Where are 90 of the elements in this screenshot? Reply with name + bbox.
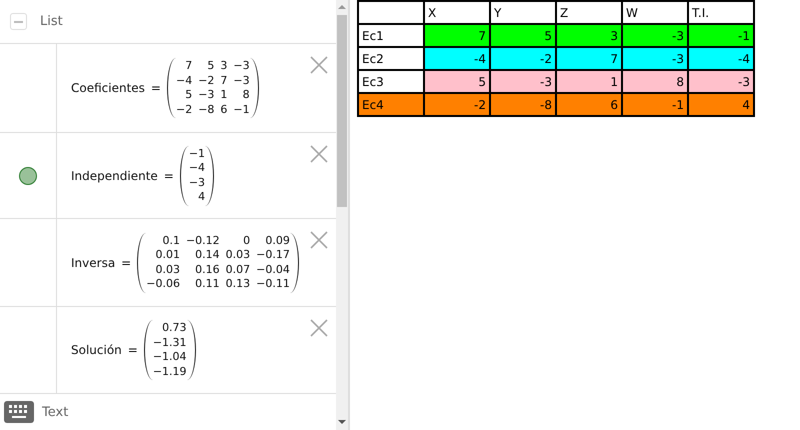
table-cell: -4 (688, 47, 754, 70)
matrix-entry: −2 (174, 102, 194, 117)
scrollbar-thumb[interactable] (337, 15, 347, 207)
table-cell: -3 (688, 70, 754, 93)
object-name: Coeficientes (71, 81, 145, 95)
table-cell: -3 (622, 24, 688, 47)
matrix-entry: 5 (206, 59, 216, 74)
column-header: W (622, 1, 688, 24)
matrix-entry: −3 (232, 59, 251, 74)
matrix-entry: −4 (188, 161, 206, 176)
table-cell: -1 (622, 93, 688, 116)
matrix-entry: 0.73 (161, 321, 188, 336)
matrix-entry: 3 (219, 59, 228, 74)
matrix-entry: 0.11 (194, 277, 221, 292)
matrix-entry: 0.16 (194, 262, 221, 277)
close-icon[interactable] (310, 319, 328, 337)
object-name: Inversa (71, 256, 116, 270)
matrix-entry: −0.11 (255, 277, 291, 292)
matrix-entry: 7 (219, 74, 228, 88)
matrix-entry: 8 (242, 88, 251, 102)
matrix-entry: 0.01 (154, 248, 181, 262)
row-label-cell: Ec1 (358, 24, 424, 47)
column-header: T.I. (688, 1, 754, 24)
table-cell: 6 (556, 93, 622, 116)
table-cell: -4 (424, 47, 490, 70)
matrix-entry: −0.04 (255, 262, 291, 277)
close-icon[interactable] (310, 56, 328, 74)
row-label-cell: Ec4 (358, 93, 424, 116)
table-cell: 4 (688, 93, 754, 116)
list-label: List (40, 14, 63, 29)
table-cell: 7 (424, 24, 490, 47)
matrix-entry: −3 (188, 176, 206, 190)
column-header: Z (556, 1, 622, 24)
row-label-cell: Ec3 (358, 70, 424, 93)
matrix-entry: −8 (197, 102, 216, 117)
matrix-entry: 0.1 (161, 234, 181, 248)
close-icon[interactable] (310, 145, 328, 163)
row-label-cell: Ec2 (358, 47, 424, 70)
table-cell: -2 (490, 47, 556, 70)
matrix-entry: 0.07 (224, 262, 252, 277)
table-cell: 8 (622, 70, 688, 93)
object-name: Independiente (71, 168, 158, 182)
scroll-up-arrow-icon[interactable] (338, 5, 346, 9)
matrix-entry: −3 (232, 74, 251, 88)
matrix-entry: 0 (242, 234, 252, 248)
matrix-entry: −4 (174, 74, 194, 88)
matrix-entry: −1.04 (152, 350, 188, 364)
table-cell: 1 (556, 70, 622, 93)
visibility-toggle[interactable] (19, 166, 37, 184)
matrix-entry: −3 (197, 88, 216, 102)
matrix-entry: −1.19 (152, 364, 188, 379)
matrix-entry: −1 (188, 146, 206, 161)
equals-sign: = (164, 168, 174, 182)
matrix-entry: −0.12 (184, 234, 221, 248)
object-name: Solución (71, 343, 122, 357)
matrix-entry: 0.09 (264, 234, 291, 248)
table-cell: -3 (490, 70, 556, 93)
matrix-entry: −1 (232, 102, 251, 117)
table-cell: -1 (688, 24, 754, 47)
matrix-entry: 0.03 (224, 248, 252, 262)
corner-cell (358, 1, 424, 24)
matrix-entry: −2 (197, 74, 216, 88)
column-header: Y (490, 1, 556, 24)
matrix-entry: 0.13 (224, 277, 252, 292)
close-icon[interactable] (310, 231, 328, 249)
matrix-entry: −0.17 (255, 248, 291, 262)
matrix-entry: 1 (219, 88, 228, 102)
equals-sign: = (150, 81, 161, 95)
matrix-entry: −1.31 (152, 336, 188, 350)
table-cell: 3 (556, 24, 622, 47)
matrix-entry: −0.06 (145, 277, 181, 292)
scrollbar[interactable] (336, 0, 348, 430)
table-cell: 5 (424, 70, 490, 93)
table-cell: 7 (556, 47, 622, 70)
scroll-down-arrow-icon[interactable] (338, 420, 346, 424)
equals-sign: = (121, 256, 132, 270)
collapse-button[interactable] (10, 13, 27, 30)
matrix-entry: 4 (197, 190, 206, 204)
table-cell: -2 (424, 93, 490, 116)
keyboard-icon[interactable] (4, 401, 34, 423)
matrix-entry: 0.03 (154, 262, 181, 277)
matrix-entry: 6 (219, 102, 228, 117)
table-cell: 5 (490, 24, 556, 47)
table-cell: -3 (622, 47, 688, 70)
table-cell: -8 (490, 93, 556, 116)
matrix-entry: 5 (184, 88, 194, 102)
column-header: X (424, 1, 490, 24)
matrix-entry: 0.14 (194, 248, 221, 262)
matrix-entry: 7 (184, 59, 194, 74)
equals-sign: = (128, 343, 138, 357)
